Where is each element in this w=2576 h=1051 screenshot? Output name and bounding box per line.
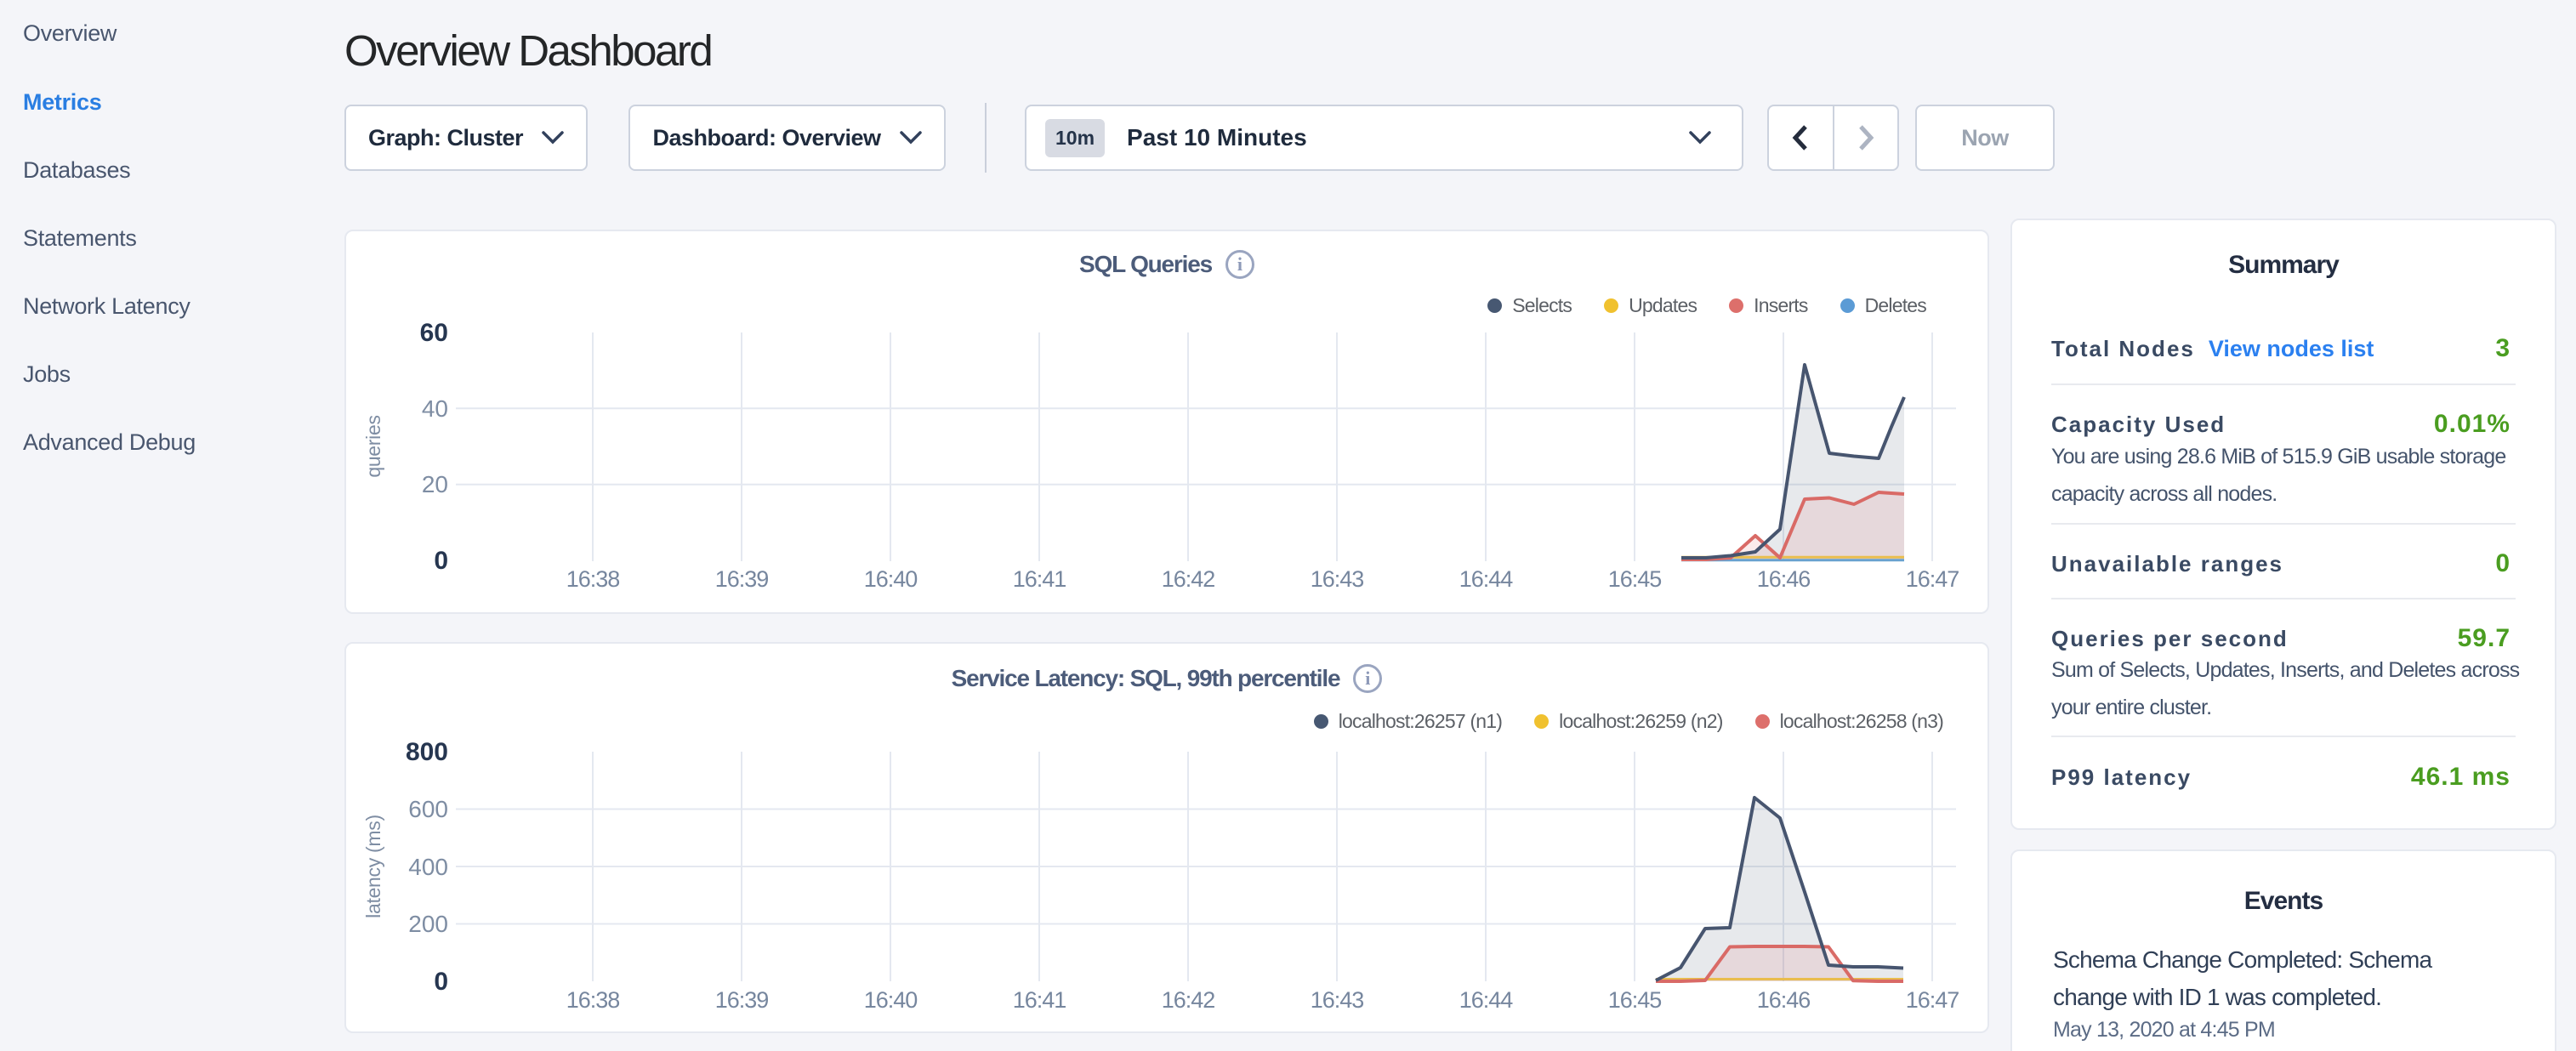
svg-text:40: 40 bbox=[422, 395, 448, 422]
svg-text:60: 60 bbox=[420, 319, 448, 347]
svg-text:16:41: 16:41 bbox=[1013, 566, 1066, 592]
svg-text:queries: queries bbox=[362, 415, 384, 477]
svg-text:16:46: 16:46 bbox=[1757, 566, 1811, 592]
svg-text:16:41: 16:41 bbox=[1013, 987, 1066, 1013]
svg-text:16:38: 16:38 bbox=[566, 987, 620, 1013]
svg-text:16:47: 16:47 bbox=[1906, 987, 1959, 1013]
svg-text:latency (ms): latency (ms) bbox=[362, 815, 384, 918]
svg-text:16:44: 16:44 bbox=[1459, 987, 1514, 1013]
svg-text:16:43: 16:43 bbox=[1311, 987, 1364, 1013]
svg-text:800: 800 bbox=[406, 738, 448, 766]
svg-text:200: 200 bbox=[408, 911, 448, 937]
svg-text:16:45: 16:45 bbox=[1608, 987, 1662, 1013]
svg-text:16:47: 16:47 bbox=[1906, 566, 1959, 592]
svg-text:16:38: 16:38 bbox=[566, 566, 620, 592]
svg-text:16:43: 16:43 bbox=[1311, 566, 1364, 592]
svg-text:16:42: 16:42 bbox=[1162, 566, 1215, 592]
svg-text:16:39: 16:39 bbox=[715, 987, 769, 1013]
svg-text:16:44: 16:44 bbox=[1459, 566, 1514, 592]
svg-text:16:40: 16:40 bbox=[864, 987, 918, 1013]
svg-text:0: 0 bbox=[434, 968, 448, 996]
svg-text:16:45: 16:45 bbox=[1608, 566, 1662, 592]
svg-text:16:40: 16:40 bbox=[864, 566, 918, 592]
svg-text:16:42: 16:42 bbox=[1162, 987, 1215, 1013]
svg-text:400: 400 bbox=[408, 854, 448, 880]
svg-text:0: 0 bbox=[434, 547, 448, 575]
svg-text:16:39: 16:39 bbox=[715, 566, 769, 592]
svg-text:20: 20 bbox=[422, 471, 448, 497]
svg-text:600: 600 bbox=[408, 796, 448, 822]
svg-text:16:46: 16:46 bbox=[1757, 987, 1811, 1013]
